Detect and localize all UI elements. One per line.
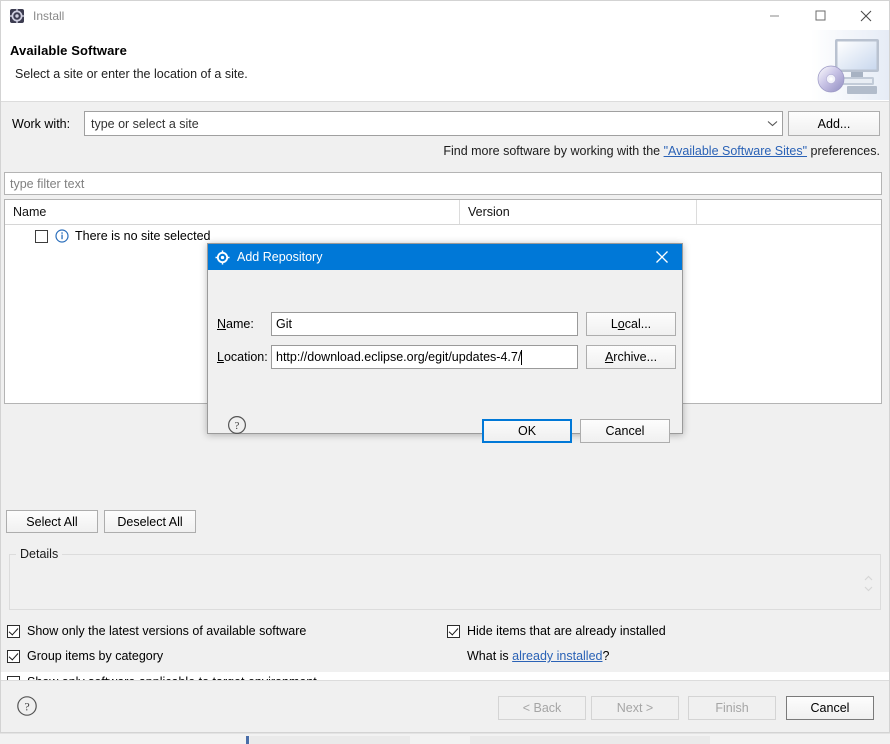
desktop-background xyxy=(0,733,890,744)
finish-button[interactable]: Finish xyxy=(688,696,776,720)
what-is-already-installed-line: What is already installed? xyxy=(467,649,609,663)
maximize-button[interactable] xyxy=(797,1,843,30)
filter-input[interactable]: type filter text xyxy=(4,172,882,195)
available-software-sites-link[interactable]: "Available Software Sites" xyxy=(664,144,807,158)
location-input[interactable]: http://download.eclipse.org/egit/updates… xyxy=(271,345,578,369)
close-icon xyxy=(656,251,668,263)
window-title-bar: Install xyxy=(1,1,889,30)
location-input-value: http://download.eclipse.org/egit/updates… xyxy=(276,350,522,364)
details-group: Details xyxy=(9,547,881,610)
close-button[interactable] xyxy=(843,1,889,30)
page-title: Available Software xyxy=(10,43,127,58)
option-label: Show only the latest versions of availab… xyxy=(27,624,307,638)
checkbox[interactable] xyxy=(7,649,20,663)
filter-placeholder: type filter text xyxy=(10,176,85,191)
dialog-close-button[interactable] xyxy=(642,244,682,270)
page-subtitle: Select a site or enter the location of a… xyxy=(15,67,248,81)
svg-text:?: ? xyxy=(235,420,240,432)
wizard-footer: ? < Back Next > Finish Cancel xyxy=(1,680,889,732)
dialog-body: Name: Git Lo cal... Location: http://down… xyxy=(208,270,682,443)
option-label: Group items by category xyxy=(27,649,164,663)
work-with-combo[interactable]: type or select a site xyxy=(84,111,783,136)
ok-button[interactable]: OK xyxy=(482,419,572,443)
row-checkbox[interactable] xyxy=(35,229,48,243)
gear-icon xyxy=(9,8,25,24)
option-show-latest-versions[interactable]: Show only the latest versions of availab… xyxy=(7,624,306,638)
svg-text:?: ? xyxy=(24,700,29,714)
help-circle-icon[interactable]: ? xyxy=(227,415,247,435)
column-header-name[interactable]: Name xyxy=(5,200,460,224)
column-header-version[interactable]: Version xyxy=(460,200,697,224)
name-input-value: Git xyxy=(276,317,292,331)
available-software-sites-hint: Find more software by working with the "… xyxy=(443,144,880,158)
next-button[interactable]: Next > xyxy=(591,696,679,720)
option-hide-installed-items[interactable]: Hide items that are already installed xyxy=(447,624,666,638)
minimize-icon xyxy=(769,15,779,17)
install-wizard-window: Install Available Software Select a site… xyxy=(0,0,890,733)
gear-icon xyxy=(215,249,230,265)
add-button[interactable]: Add... xyxy=(788,111,880,136)
window-title-text: Install xyxy=(33,8,65,23)
add-repository-dialog: Add Repository Name: Git Lo cal... Locati… xyxy=(207,243,683,443)
dialog-title-text: Add Repository xyxy=(237,250,323,264)
cancel-button[interactable]: Cancel xyxy=(786,696,874,720)
column-header-blank xyxy=(697,200,880,224)
back-button[interactable]: < Back xyxy=(498,696,586,720)
name-input[interactable]: Git xyxy=(271,312,578,336)
checkbox[interactable] xyxy=(447,624,460,638)
work-with-label: Work with: xyxy=(12,117,71,131)
deselect-all-button[interactable]: Deselect All xyxy=(104,510,196,533)
location-label: Location: xyxy=(217,350,268,364)
computer-with-disc-icon xyxy=(811,30,889,100)
info-icon xyxy=(55,229,69,243)
what-is-prefix: What is xyxy=(467,649,513,663)
option-label: Hide items that are already installed xyxy=(467,624,666,638)
window-caption-buttons xyxy=(751,1,889,30)
work-with-input[interactable]: type or select a site xyxy=(91,117,762,131)
close-icon xyxy=(860,10,872,21)
select-all-button[interactable]: Select All xyxy=(6,510,98,533)
minimize-button[interactable] xyxy=(751,1,797,30)
help-circle-icon[interactable]: ? xyxy=(16,695,38,717)
maximize-icon xyxy=(815,10,825,21)
wizard-header-banner: Available Software Select a site or ente… xyxy=(1,30,889,102)
dialog-title-bar: Add Repository xyxy=(208,244,682,270)
chevron-down-icon[interactable] xyxy=(762,120,782,127)
local-button[interactable]: Lo cal... xyxy=(586,312,676,336)
text-caret xyxy=(521,349,523,365)
dialog-cancel-button[interactable]: Cancel xyxy=(580,419,670,443)
details-frame xyxy=(9,554,881,610)
what-is-suffix: ? xyxy=(602,649,610,663)
work-with-row: Work with: type or select a site Add... xyxy=(1,111,889,139)
table-header: Name Version xyxy=(5,200,881,225)
row-label: There is no site selected xyxy=(75,229,211,243)
scroll-spinner-icon[interactable] xyxy=(862,573,875,595)
archive-button[interactable]: Archive... xyxy=(586,345,676,369)
hint-prefix: Find more software by working with the xyxy=(443,144,664,158)
details-label: Details xyxy=(16,547,63,561)
name-label: Name: xyxy=(217,317,254,331)
option-group-by-category[interactable]: Group items by category xyxy=(7,649,163,663)
already-installed-link[interactable]: already installed xyxy=(512,649,602,663)
hint-suffix: preferences. xyxy=(807,144,881,158)
checkbox[interactable] xyxy=(7,624,20,638)
